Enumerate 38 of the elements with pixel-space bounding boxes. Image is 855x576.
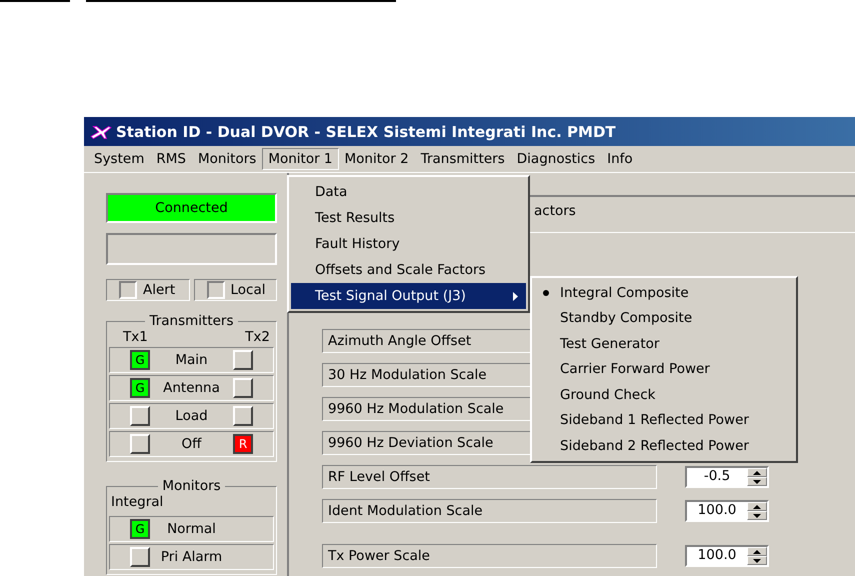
status-lamp: R <box>233 434 253 454</box>
parameter-label: RF Level Offset <box>322 465 657 489</box>
spin-box[interactable]: -0.5 <box>685 466 769 488</box>
menu-bar-item[interactable]: Monitor 2 <box>338 148 415 170</box>
group-title: Monitors <box>162 478 222 494</box>
row-label: Off <box>180 436 203 452</box>
parameter-label: Tx Power Scale <box>322 544 657 568</box>
parameter-label: Ident Modulation Scale <box>322 499 657 523</box>
row-label: Pri Alarm <box>160 549 224 565</box>
menu-item[interactable]: Integral Composite <box>532 280 796 306</box>
menu-item[interactable]: Standby Composite <box>532 306 796 331</box>
status-lamp: G <box>130 519 150 539</box>
menu-item[interactable]: Offsets and Scale Factors <box>291 257 526 283</box>
spin-box[interactable]: 100.0 <box>685 545 769 567</box>
menu-item[interactable]: Fault History <box>291 231 526 257</box>
status-lamp: G <box>130 350 150 370</box>
connection-status: Connected <box>106 193 277 223</box>
menu-bar-item[interactable]: RMS <box>150 148 192 170</box>
menu-bar-item[interactable]: Transmitters <box>414 148 511 170</box>
window-title: Station ID - Dual DVOR - SELEX Sistemi Integrati Inc. PMDT <box>116 122 616 140</box>
row-label: Normal <box>166 521 217 537</box>
menu-bar-item[interactable]: Monitors <box>192 148 262 170</box>
indicator-label: Alert <box>143 282 176 298</box>
spin-box[interactable]: 100.0 <box>685 500 769 522</box>
group-subtitle: Integral <box>110 494 164 512</box>
row-label: Antenna <box>162 380 221 396</box>
menu-bar-item[interactable]: System <box>88 148 150 170</box>
indicator-label: Local <box>230 282 266 298</box>
menu-bar-item[interactable]: Diagnostics <box>510 148 602 170</box>
row-label: Main <box>174 352 209 368</box>
status-lamp: G <box>130 378 150 398</box>
column-label: Tx2 <box>245 329 270 345</box>
row-label: Load <box>174 408 209 424</box>
column-label: Tx1 <box>123 329 148 345</box>
group-title: Transmitters <box>148 313 235 329</box>
menu-item[interactable]: Test Signal Output (J3) <box>291 283 526 309</box>
menu-bar-item[interactable]: Monitor 1 <box>262 148 339 170</box>
menu-bar-item[interactable]: Info <box>601 148 639 170</box>
